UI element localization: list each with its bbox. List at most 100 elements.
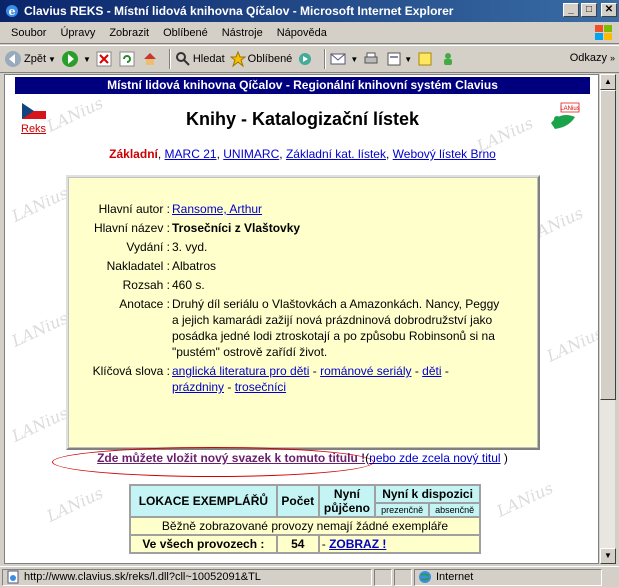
- star-icon: [229, 51, 246, 67]
- media-icon: [299, 53, 312, 65]
- scroll-thumb[interactable]: [600, 90, 616, 400]
- page-content: LANius LANius LANius LANius LANius LANiu…: [4, 74, 599, 564]
- status-cell: [394, 568, 412, 586]
- toolbar: Zpět ▼ ▼ Hledat Oblíbené ▼ ▼ Odkazy »: [0, 45, 619, 73]
- author-label: Hlavní autor :: [98, 202, 170, 216]
- print-button[interactable]: [363, 51, 381, 67]
- menu-edit[interactable]: Úpravy: [53, 27, 102, 39]
- col-absent: absenčně: [428, 502, 481, 518]
- add-actions: Zde můžete vložit nový svazek k tomuto t…: [97, 451, 508, 465]
- chevron-down-icon: ▼: [350, 54, 359, 64]
- favorites-button[interactable]: Oblíbené: [229, 51, 293, 67]
- annotation-label: Anotace :: [119, 297, 170, 311]
- svg-text:LANius: LANius: [560, 106, 579, 112]
- add-title-link[interactable]: nebo zde zcela nový titul: [369, 451, 500, 465]
- title-label: Hlavní název :: [93, 221, 170, 235]
- menu-view[interactable]: Zobrazit: [102, 27, 156, 39]
- search-label: Hledat: [192, 53, 225, 65]
- vertical-scrollbar[interactable]: ▲ ▼: [599, 74, 616, 564]
- back-button[interactable]: Zpět ▼: [4, 50, 56, 68]
- chevron-down-icon: ▼: [82, 54, 91, 64]
- status-bar: http://www.clavius.sk/reks/l.dll?cll~100…: [0, 566, 619, 587]
- globe-icon: [419, 571, 431, 583]
- keyword-link[interactable]: anglická literatura pro děti: [172, 364, 309, 378]
- forward-button[interactable]: ▼: [61, 50, 91, 68]
- keyword-link[interactable]: prázdniny: [172, 380, 224, 394]
- tab-marc21[interactable]: MARC 21: [165, 147, 217, 161]
- tab-web-card-brno[interactable]: Webový lístek Brno: [393, 147, 496, 161]
- empty-message: Běžně zobrazované provozy nemají žádné e…: [129, 516, 481, 536]
- discuss-button[interactable]: [417, 51, 435, 67]
- edit-button[interactable]: ▼: [386, 51, 412, 67]
- chevron-down-icon: ▼: [404, 54, 413, 64]
- search-icon: [175, 52, 190, 66]
- menu-help[interactable]: Nápověda: [270, 27, 334, 39]
- author-link[interactable]: Ransome, Arthur: [172, 202, 262, 216]
- messenger-icon: [444, 53, 453, 65]
- menu-bar: Soubor Úpravy Zobrazit Oblíbené Nástroje…: [0, 22, 619, 44]
- back-label: Zpět: [24, 53, 47, 65]
- show-all-link[interactable]: ZOBRAZ !: [329, 537, 386, 551]
- mail-button[interactable]: ▼: [330, 51, 358, 67]
- keyword-link[interactable]: románové seriály: [320, 364, 411, 378]
- note-icon: [418, 52, 432, 66]
- media-button[interactable]: [297, 51, 315, 67]
- window-title: Clavius REKS - Místní lidová knihovna Qí…: [24, 4, 454, 18]
- favorites-label: Oblíbené: [247, 53, 293, 65]
- home-button[interactable]: [142, 51, 160, 67]
- keyword-link[interactable]: trosečníci: [235, 380, 286, 394]
- messenger-button[interactable]: [440, 51, 458, 67]
- edition-label: Vydání :: [126, 240, 170, 254]
- catalog-card: Hlavní autor : Ransome, Arthur Hlavní ná…: [66, 175, 540, 450]
- annotation-text: Druhý díl seriálu o Vlaštovkách a Amazon…: [172, 297, 500, 359]
- search-button[interactable]: Hledat: [175, 51, 225, 67]
- lanius-logo-icon: LANius: [547, 101, 581, 135]
- tab-basic[interactable]: Základní: [109, 147, 158, 161]
- print-icon: [364, 52, 378, 64]
- forward-arrow-icon: [61, 51, 78, 67]
- publisher-value: Albatros: [172, 259, 217, 273]
- toolbar-separator: [324, 49, 327, 69]
- menu-file[interactable]: Soubor: [4, 27, 53, 39]
- add-volume-link[interactable]: Zde můžete vložit nový svazek k tomuto t…: [97, 451, 365, 465]
- close-button[interactable]: ✕: [601, 3, 617, 17]
- all-locations-count: 54: [275, 534, 320, 554]
- toolbar-separator: [168, 49, 171, 69]
- edition-value: 3. vyd.: [172, 240, 208, 254]
- page-icon: [7, 570, 19, 584]
- maximize-button[interactable]: □: [581, 3, 597, 17]
- back-arrow-icon: [5, 51, 21, 67]
- window-titlebar[interactable]: e Clavius REKS - Místní lidová knihovna …: [0, 0, 619, 22]
- tab-basic-card[interactable]: Základní kat. lístek: [286, 147, 386, 161]
- col-present: prezenčně: [374, 502, 431, 518]
- library-banner: Místní lidová knihovna Qíčalov - Regioná…: [15, 77, 590, 94]
- col-location: LOKACE EXEMPLÁŘŮ: [129, 484, 278, 518]
- col-loaned: Nyní půjčeno: [317, 484, 377, 518]
- stop-button[interactable]: [96, 51, 114, 67]
- scroll-down-button[interactable]: ▼: [600, 548, 616, 564]
- minimize-button[interactable]: _: [563, 3, 579, 17]
- page-title: Knihy - Katalogizační lístek: [185, 109, 420, 129]
- refresh-button[interactable]: [119, 51, 137, 67]
- keywords-list: anglická literatura pro děti - románové …: [172, 364, 449, 394]
- keywords-label: Klíčová slova :: [92, 364, 170, 378]
- menu-tools[interactable]: Nástroje: [215, 27, 270, 39]
- home-icon: [143, 53, 156, 65]
- links-button[interactable]: Odkazy »: [570, 52, 615, 64]
- menu-favorites[interactable]: Oblíbené: [156, 27, 215, 39]
- format-nav: Základní, MARC 21, UNIMARC, Základní kat…: [109, 147, 496, 161]
- all-locations-label: Ve všech provozech :: [129, 534, 278, 554]
- links-label: Odkazy: [569, 52, 607, 64]
- keyword-link[interactable]: děti: [422, 364, 441, 378]
- status-cell: [374, 568, 392, 586]
- scroll-up-button[interactable]: ▲: [600, 74, 616, 90]
- col-available: Nyní k dispozici: [374, 484, 481, 504]
- book-title: Trosečníci z Vlaštovky: [172, 221, 301, 235]
- edit-icon: [387, 52, 401, 66]
- chevron-down-icon: ▼: [48, 54, 56, 64]
- status-zone: Internet: [414, 568, 602, 586]
- tab-unimarc[interactable]: UNIMARC: [223, 147, 279, 161]
- watermark: LANius: [543, 323, 599, 366]
- refresh-icon: [119, 51, 135, 67]
- windows-logo-icon: [595, 25, 612, 40]
